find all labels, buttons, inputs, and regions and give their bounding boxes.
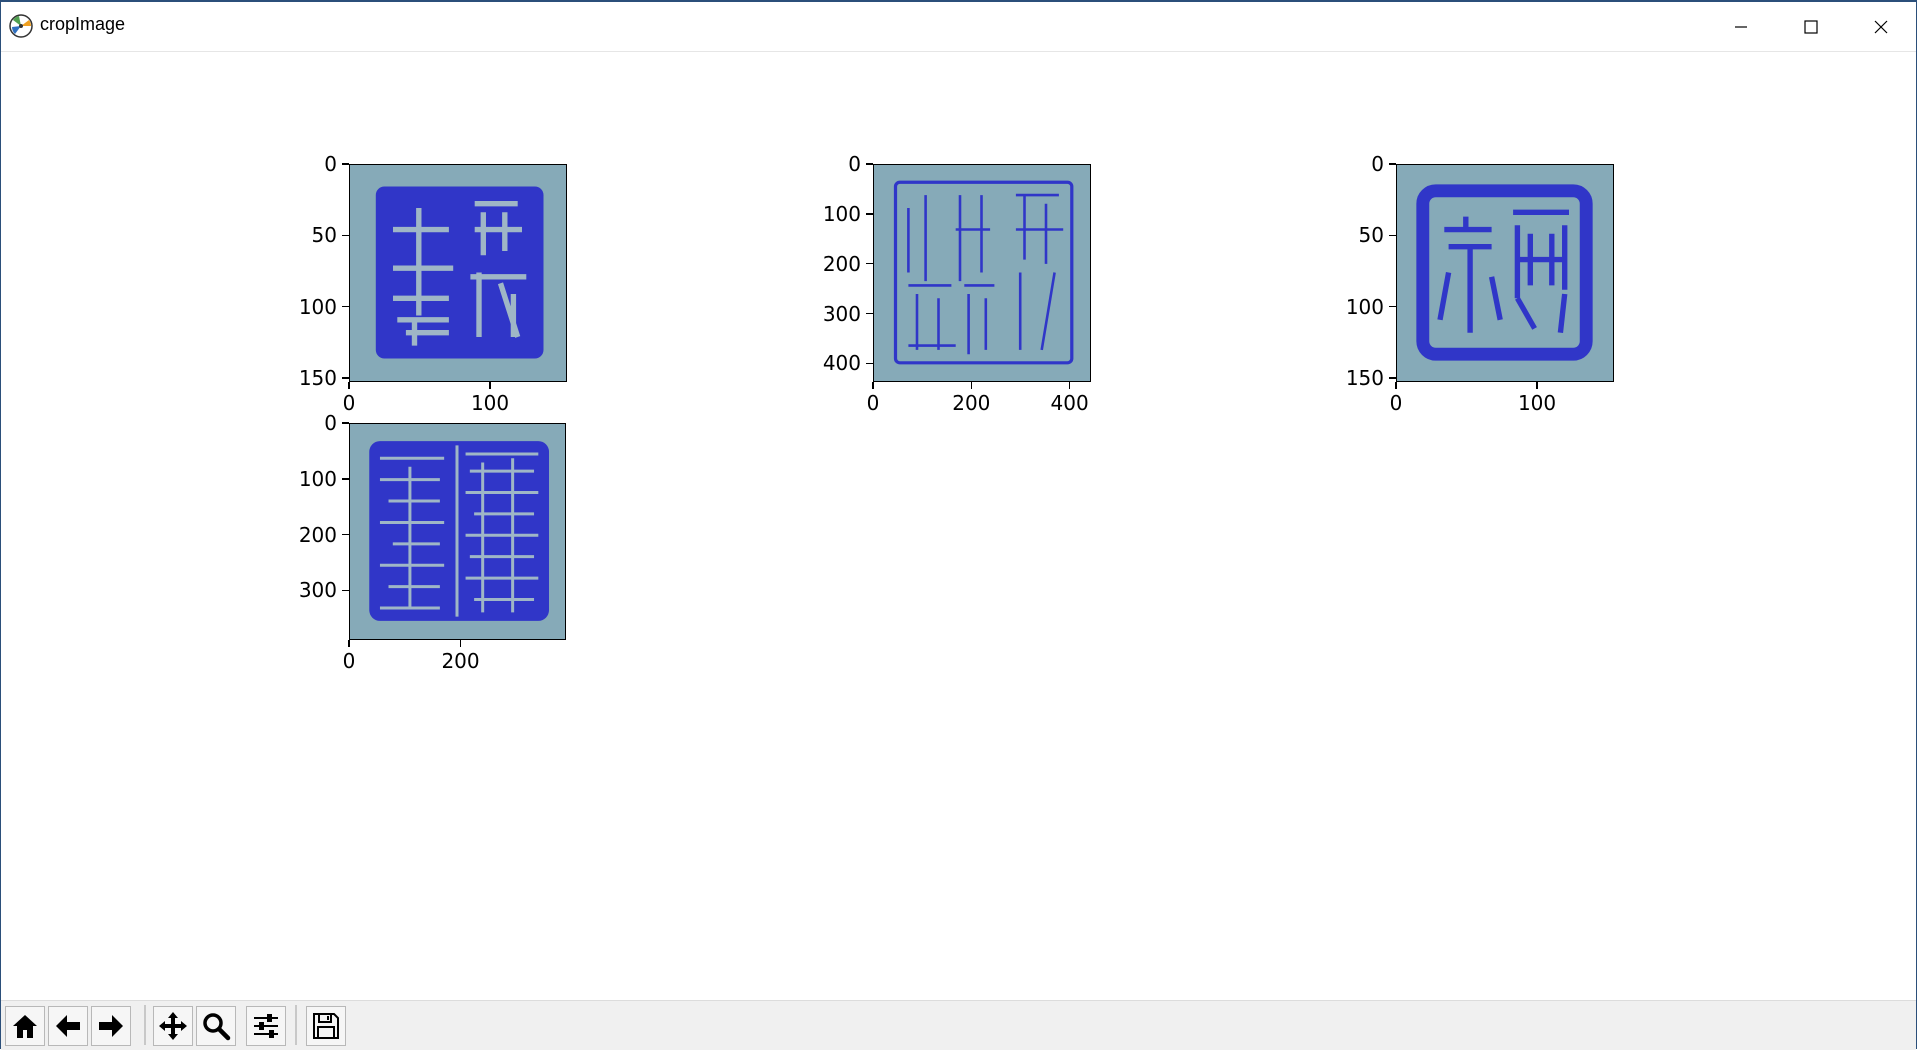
y-tick-mark (1389, 377, 1396, 379)
y-tick-mark (866, 362, 873, 364)
x-tick-mark (970, 382, 973, 389)
arrow-left-icon (56, 1015, 80, 1037)
subplot-seal-4[interactable]: 0 100 200 300 0 200 (299, 413, 566, 671)
x-tick-mark (459, 640, 462, 647)
x-tick-mark (348, 382, 350, 389)
x-tick-label: 0 (342, 649, 356, 673)
y-tick-label: 300 (822, 301, 861, 326)
figure-canvas[interactable]: 0 50 100 150 0 100 0 100 200 300 400 0 200 400 (1, 52, 1916, 1000)
x-tick-mark (489, 382, 491, 389)
x-tick-label: 400 (1050, 391, 1089, 415)
x-tick-mark (348, 640, 350, 647)
x-tick-mark (1395, 382, 1397, 389)
sliders-icon (254, 1014, 278, 1038)
y-tick-mark (342, 589, 349, 592)
home-icon (13, 1015, 37, 1038)
configure-subplots-button[interactable] (246, 1006, 286, 1046)
x-tick-mark (1536, 382, 1538, 389)
x-tick-label: 0 (866, 391, 880, 415)
y-tick-label: 400 (822, 351, 861, 376)
toolbar-separator (295, 1005, 297, 1045)
seal-image-1 (349, 164, 567, 382)
minimize-icon (1735, 25, 1747, 28)
save-button[interactable] (306, 1006, 346, 1046)
y-tick-mark (866, 312, 873, 315)
y-tick-mark (342, 422, 349, 424)
x-tick-label: 200 (441, 649, 480, 673)
subplot-seal-2[interactable]: 0 100 200 300 400 0 200 400 (823, 154, 1091, 413)
y-tick-label: 100 (822, 201, 861, 226)
y-tick-label: 0 (324, 411, 337, 435)
arrow-right-icon (99, 1015, 123, 1037)
navigation-toolbar (1, 1000, 1916, 1050)
y-tick-label: 100 (298, 294, 337, 319)
close-button[interactable] (1846, 2, 1916, 51)
zoom-button[interactable] (196, 1006, 236, 1046)
y-tick-mark (342, 163, 349, 165)
y-tick-mark (1389, 234, 1396, 237)
y-tick-mark (342, 377, 349, 379)
x-tick-label: 100 (470, 391, 510, 415)
seal-image-3 (1396, 164, 1614, 382)
window-title: cropImage (40, 14, 126, 34)
y-tick-mark (342, 478, 349, 480)
y-tick-mark (1389, 305, 1396, 308)
close-icon (1874, 20, 1888, 33)
matplotlib-app-icon (9, 14, 33, 38)
x-tick-label: 0 (1389, 391, 1403, 415)
y-tick-label: 150 (298, 365, 337, 390)
subplot-seal-1[interactable]: 0 50 100 150 0 100 (299, 154, 567, 413)
home-button[interactable] (5, 1006, 45, 1046)
y-tick-label: 50 (311, 223, 337, 248)
y-tick-label: 200 (298, 522, 337, 547)
minimize-button[interactable] (1706, 2, 1776, 51)
seal-image-4 (349, 423, 566, 640)
title-bar[interactable]: cropImage (1, 2, 1916, 52)
y-tick-label: 150 (1345, 365, 1384, 390)
y-tick-label: 100 (1345, 294, 1384, 319)
y-tick-mark (1389, 163, 1396, 165)
y-tick-label: 0 (1371, 152, 1384, 176)
y-tick-label: 200 (822, 251, 861, 276)
y-tick-label: 50 (1358, 223, 1384, 248)
subplot-seal-3[interactable]: 0 50 100 150 0 100 (1346, 154, 1614, 413)
y-tick-mark (866, 262, 873, 265)
y-tick-mark (342, 305, 349, 308)
pan-button[interactable] (153, 1006, 193, 1046)
app-window: cropImage 0 50 100 150 0 100 0 100 200 3… (0, 0, 1917, 1050)
y-tick-label: 100 (298, 466, 337, 491)
back-button[interactable] (48, 1006, 88, 1046)
y-tick-mark (866, 163, 873, 165)
x-tick-label: 0 (342, 391, 356, 415)
move-icon (159, 1012, 187, 1040)
y-tick-mark (342, 533, 349, 536)
x-tick-label: 100 (1517, 391, 1557, 415)
floppy-disk-icon (313, 1013, 339, 1039)
toolbar-separator (144, 1005, 146, 1045)
x-tick-mark (872, 382, 874, 389)
x-tick-label: 200 (952, 391, 991, 415)
maximize-button[interactable] (1776, 2, 1846, 51)
forward-button[interactable] (91, 1006, 131, 1046)
magnifier-icon (203, 1013, 231, 1041)
y-tick-mark (866, 213, 873, 215)
y-tick-label: 300 (298, 578, 337, 603)
y-tick-label: 0 (324, 152, 337, 176)
seal-image-2 (873, 164, 1091, 382)
maximize-icon (1804, 19, 1818, 34)
y-tick-mark (342, 234, 349, 237)
x-tick-mark (1068, 382, 1071, 389)
y-tick-label: 0 (848, 152, 861, 176)
